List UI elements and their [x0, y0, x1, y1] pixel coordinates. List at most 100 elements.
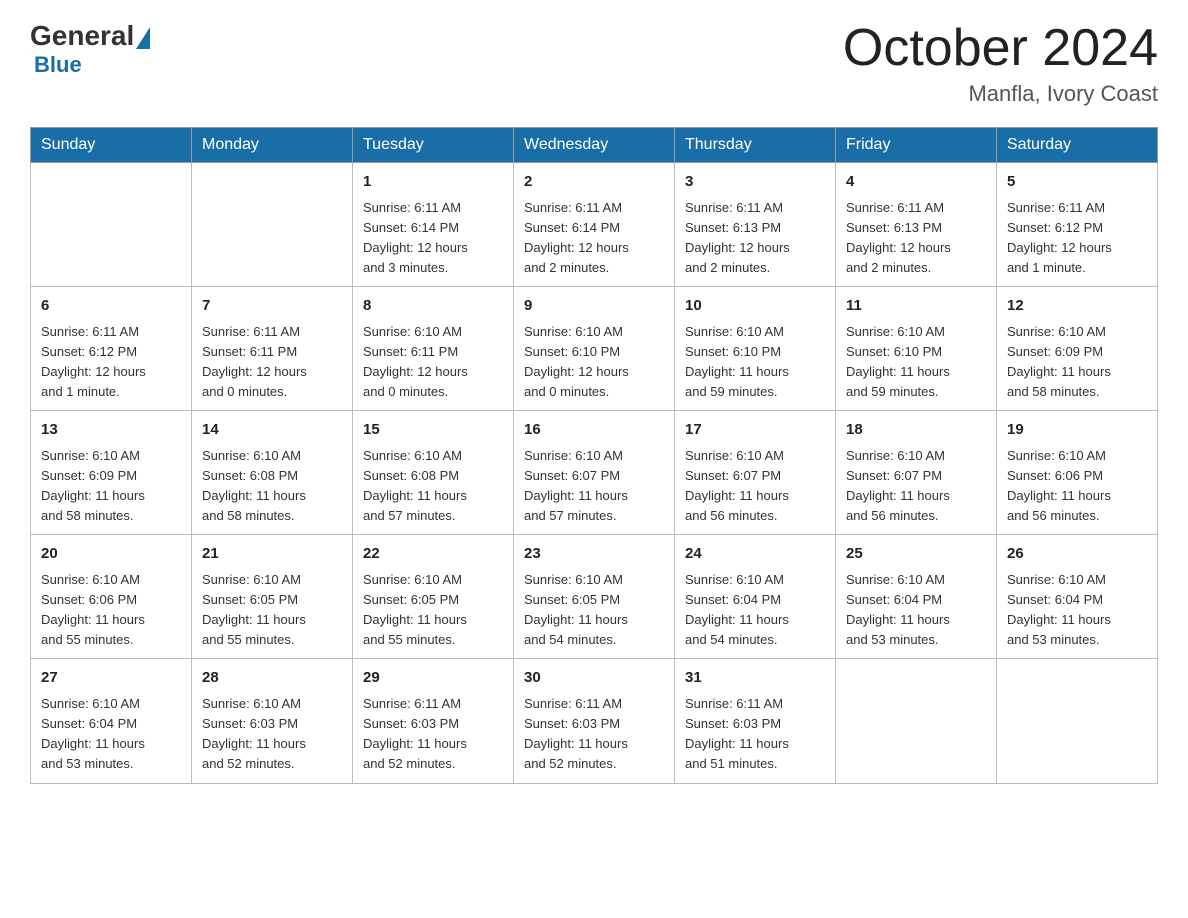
day-number: 26: [1007, 543, 1147, 566]
calendar-cell: [192, 163, 353, 287]
calendar-cell: 11Sunrise: 6:10 AM Sunset: 6:10 PM Dayli…: [836, 287, 997, 411]
day-info: Sunrise: 6:10 AM Sunset: 6:09 PM Dayligh…: [41, 446, 181, 527]
day-number: 1: [363, 171, 503, 194]
calendar-day-header: Thursday: [675, 128, 836, 163]
logo-blue-text: Blue: [34, 52, 82, 78]
calendar-cell: 30Sunrise: 6:11 AM Sunset: 6:03 PM Dayli…: [514, 659, 675, 783]
day-number: 6: [41, 295, 181, 318]
day-info: Sunrise: 6:10 AM Sunset: 6:08 PM Dayligh…: [363, 446, 503, 527]
title-section: October 2024 Manfla, Ivory Coast: [843, 20, 1158, 107]
calendar-cell: 4Sunrise: 6:11 AM Sunset: 6:13 PM Daylig…: [836, 163, 997, 287]
calendar-header-row: SundayMondayTuesdayWednesdayThursdayFrid…: [31, 128, 1158, 163]
calendar-cell: [997, 659, 1158, 783]
day-info: Sunrise: 6:10 AM Sunset: 6:11 PM Dayligh…: [363, 322, 503, 403]
logo: General Blue: [30, 20, 150, 78]
calendar-cell: 14Sunrise: 6:10 AM Sunset: 6:08 PM Dayli…: [192, 411, 353, 535]
day-info: Sunrise: 6:10 AM Sunset: 6:04 PM Dayligh…: [685, 570, 825, 651]
day-info: Sunrise: 6:10 AM Sunset: 6:04 PM Dayligh…: [846, 570, 986, 651]
calendar-cell: 28Sunrise: 6:10 AM Sunset: 6:03 PM Dayli…: [192, 659, 353, 783]
day-number: 25: [846, 543, 986, 566]
calendar-day-header: Wednesday: [514, 128, 675, 163]
calendar-cell: 6 Sunrise: 6:11 AM Sunset: 6:12 PM Daylig…: [31, 287, 192, 411]
day-number: 9: [524, 295, 664, 318]
calendar-cell: 20 Sunrise: 6:10 AM Sunset: 6:06 PM Dayli…: [31, 535, 192, 659]
day-info: Sunrise: 6:11 AM Sunset: 6:12 PM Dayligh…: [41, 322, 181, 403]
calendar-cell: [31, 163, 192, 287]
calendar-week-row: 20 Sunrise: 6:10 AM Sunset: 6:06 PM Dayli…: [31, 535, 1158, 659]
day-info: Sunrise: 6:10 AM Sunset: 6:07 PM Dayligh…: [524, 446, 664, 527]
calendar-cell: 8 Sunrise: 6:10 AM Sunset: 6:11 PM Daylig…: [353, 287, 514, 411]
calendar-cell: 23Sunrise: 6:10 AM Sunset: 6:05 PM Dayli…: [514, 535, 675, 659]
calendar-cell: 16 Sunrise: 6:10 AM Sunset: 6:07 PM Dayli…: [514, 411, 675, 535]
day-number: 30: [524, 667, 664, 690]
calendar-day-header: Monday: [192, 128, 353, 163]
day-number: 7: [202, 295, 342, 318]
day-info: Sunrise: 6:10 AM Sunset: 6:07 PM Dayligh…: [685, 446, 825, 527]
day-number: 8: [363, 295, 503, 318]
day-number: 20: [41, 543, 181, 566]
day-number: 14: [202, 419, 342, 442]
day-number: 3: [685, 171, 825, 194]
calendar-cell: 25 Sunrise: 6:10 AM Sunset: 6:04 PM Dayli…: [836, 535, 997, 659]
calendar-cell: 17 Sunrise: 6:10 AM Sunset: 6:07 PM Dayli…: [675, 411, 836, 535]
day-info: Sunrise: 6:10 AM Sunset: 6:04 PM Dayligh…: [1007, 570, 1147, 651]
day-info: Sunrise: 6:11 AM Sunset: 6:03 PM Dayligh…: [685, 694, 825, 775]
day-number: 31: [685, 667, 825, 690]
calendar-cell: 31 Sunrise: 6:11 AM Sunset: 6:03 PM Dayli…: [675, 659, 836, 783]
day-number: 24: [685, 543, 825, 566]
logo-general-text: General: [30, 20, 134, 52]
day-number: 18: [846, 419, 986, 442]
logo-triangle-icon: [136, 27, 150, 49]
day-number: 12: [1007, 295, 1147, 318]
day-number: 13: [41, 419, 181, 442]
day-info: Sunrise: 6:10 AM Sunset: 6:06 PM Dayligh…: [41, 570, 181, 651]
calendar-cell: 7Sunrise: 6:11 AM Sunset: 6:11 PM Daylig…: [192, 287, 353, 411]
day-info: Sunrise: 6:10 AM Sunset: 6:10 PM Dayligh…: [685, 322, 825, 403]
calendar-week-row: 1 Sunrise: 6:11 AM Sunset: 6:14 PM Daylig…: [31, 163, 1158, 287]
location-text: Manfla, Ivory Coast: [843, 81, 1158, 107]
day-info: Sunrise: 6:10 AM Sunset: 6:10 PM Dayligh…: [524, 322, 664, 403]
calendar-cell: [836, 659, 997, 783]
calendar-day-header: Saturday: [997, 128, 1158, 163]
day-info: Sunrise: 6:11 AM Sunset: 6:12 PM Dayligh…: [1007, 198, 1147, 279]
calendar-week-row: 6 Sunrise: 6:11 AM Sunset: 6:12 PM Daylig…: [31, 287, 1158, 411]
day-info: Sunrise: 6:10 AM Sunset: 6:07 PM Dayligh…: [846, 446, 986, 527]
day-number: 19: [1007, 419, 1147, 442]
day-info: Sunrise: 6:10 AM Sunset: 6:09 PM Dayligh…: [1007, 322, 1147, 403]
calendar-cell: 15 Sunrise: 6:10 AM Sunset: 6:08 PM Dayli…: [353, 411, 514, 535]
calendar-cell: 21Sunrise: 6:10 AM Sunset: 6:05 PM Dayli…: [192, 535, 353, 659]
day-number: 4: [846, 171, 986, 194]
day-info: Sunrise: 6:10 AM Sunset: 6:10 PM Dayligh…: [846, 322, 986, 403]
day-info: Sunrise: 6:10 AM Sunset: 6:04 PM Dayligh…: [41, 694, 181, 775]
day-number: 16: [524, 419, 664, 442]
calendar-cell: 10 Sunrise: 6:10 AM Sunset: 6:10 PM Dayli…: [675, 287, 836, 411]
calendar-day-header: Tuesday: [353, 128, 514, 163]
calendar-cell: 26 Sunrise: 6:10 AM Sunset: 6:04 PM Dayli…: [997, 535, 1158, 659]
calendar-cell: 13 Sunrise: 6:10 AM Sunset: 6:09 PM Dayli…: [31, 411, 192, 535]
day-number: 22: [363, 543, 503, 566]
month-title: October 2024: [843, 20, 1158, 77]
day-number: 17: [685, 419, 825, 442]
day-info: Sunrise: 6:10 AM Sunset: 6:05 PM Dayligh…: [363, 570, 503, 651]
calendar-cell: 27 Sunrise: 6:10 AM Sunset: 6:04 PM Dayli…: [31, 659, 192, 783]
calendar-cell: 1 Sunrise: 6:11 AM Sunset: 6:14 PM Daylig…: [353, 163, 514, 287]
day-info: Sunrise: 6:11 AM Sunset: 6:13 PM Dayligh…: [685, 198, 825, 279]
calendar-cell: 2Sunrise: 6:11 AM Sunset: 6:14 PM Daylig…: [514, 163, 675, 287]
calendar-cell: 19 Sunrise: 6:10 AM Sunset: 6:06 PM Dayli…: [997, 411, 1158, 535]
day-number: 21: [202, 543, 342, 566]
day-number: 15: [363, 419, 503, 442]
calendar-cell: 5 Sunrise: 6:11 AM Sunset: 6:12 PM Daylig…: [997, 163, 1158, 287]
day-number: 10: [685, 295, 825, 318]
day-info: Sunrise: 6:11 AM Sunset: 6:03 PM Dayligh…: [363, 694, 503, 775]
day-number: 5: [1007, 171, 1147, 194]
day-info: Sunrise: 6:10 AM Sunset: 6:06 PM Dayligh…: [1007, 446, 1147, 527]
calendar-cell: 3 Sunrise: 6:11 AM Sunset: 6:13 PM Daylig…: [675, 163, 836, 287]
calendar-cell: 22 Sunrise: 6:10 AM Sunset: 6:05 PM Dayli…: [353, 535, 514, 659]
day-info: Sunrise: 6:11 AM Sunset: 6:14 PM Dayligh…: [363, 198, 503, 279]
day-number: 28: [202, 667, 342, 690]
day-info: Sunrise: 6:10 AM Sunset: 6:05 PM Dayligh…: [524, 570, 664, 651]
day-number: 2: [524, 171, 664, 194]
calendar-table: SundayMondayTuesdayWednesdayThursdayFrid…: [30, 127, 1158, 783]
day-number: 27: [41, 667, 181, 690]
calendar-week-row: 27 Sunrise: 6:10 AM Sunset: 6:04 PM Dayli…: [31, 659, 1158, 783]
